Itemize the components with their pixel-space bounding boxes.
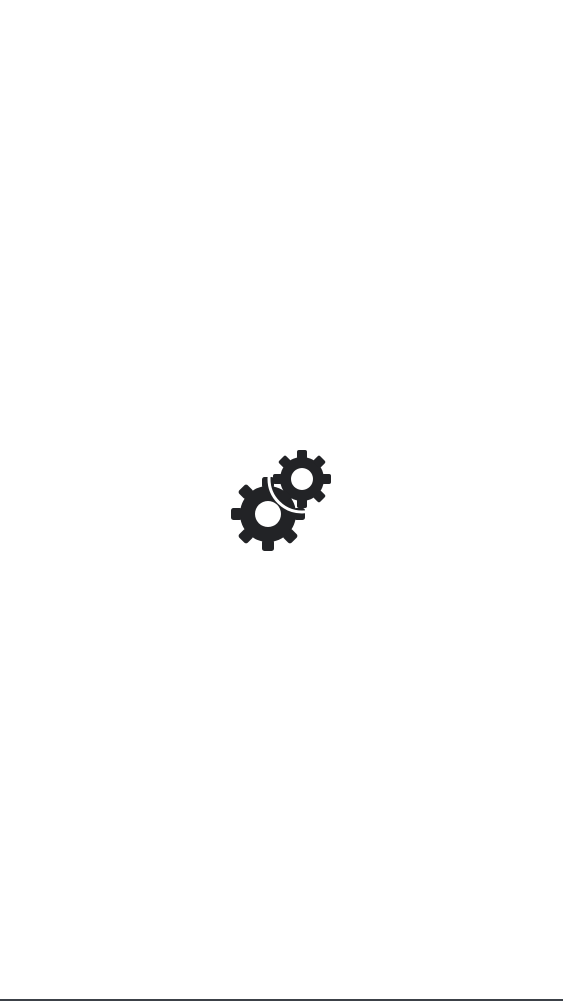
splash-logo <box>226 446 338 556</box>
gears-icon <box>231 450 331 551</box>
splash-screen <box>0 0 563 1001</box>
